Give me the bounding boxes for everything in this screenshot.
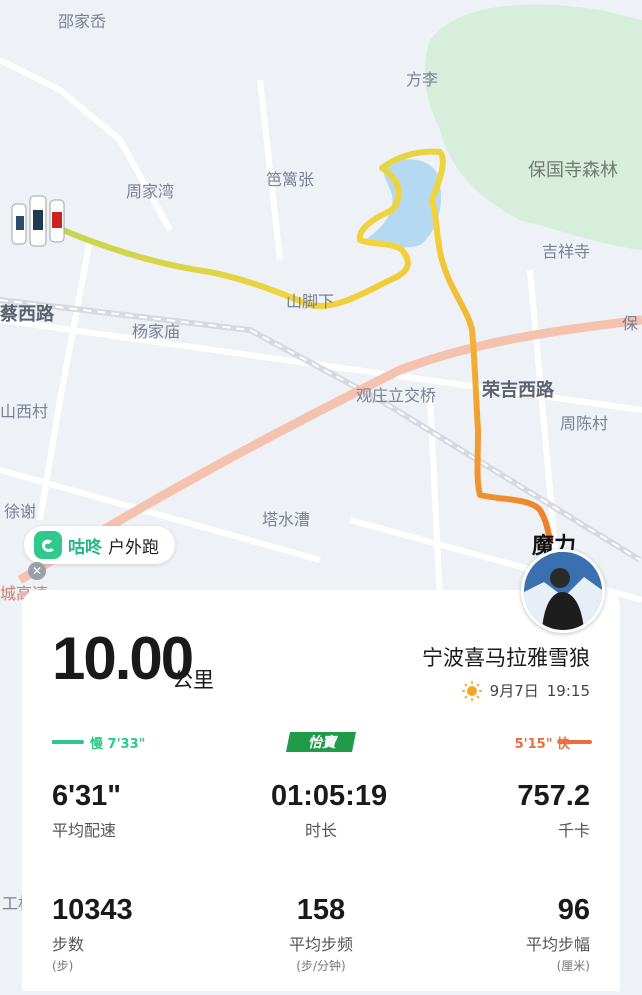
stat-unit: (厘米): [556, 959, 590, 973]
stat-unit: (步): [52, 959, 74, 973]
stat-value: 6'31": [52, 780, 122, 812]
map-label: 山西村: [0, 402, 49, 421]
avatar[interactable]: [521, 549, 605, 633]
map-label: 笆篱张: [266, 170, 315, 189]
map-label: 保国寺森林: [528, 160, 618, 181]
stat-label: 时长: [304, 821, 337, 840]
map-label: 吉祥寺: [542, 242, 591, 261]
map-label: 杨家庙: [132, 322, 181, 341]
map-label: 周家湾: [126, 182, 175, 201]
stat-label: 平均配速: [52, 821, 117, 840]
stat-cadence: 158 平均步频 (步/分钟): [261, 894, 381, 974]
close-icon[interactable]: ✕: [28, 562, 46, 580]
username: 宁波喜马拉雅雪狼: [422, 646, 590, 670]
pace-fast-label: 5'15" 快: [514, 737, 570, 752]
stat-label: 平均步频: [288, 935, 353, 954]
map-label: 邵家岙: [58, 12, 107, 31]
stat-label: 千卡: [557, 821, 590, 840]
sun-icon: [461, 680, 482, 701]
app-badge[interactable]: 咕咚 户外跑: [24, 526, 175, 564]
pace-slow-label: 慢 7'33": [90, 737, 146, 752]
map-label: 周陈村: [560, 414, 609, 433]
stat-value: 10343: [52, 894, 133, 926]
brand-logo: 怡寶: [286, 730, 358, 754]
activity-datetime: 9月7日 19:15: [461, 680, 590, 701]
app-logo-icon: [34, 531, 62, 559]
stat-value: 757.2: [517, 780, 590, 812]
app-name: 咕咚: [68, 537, 102, 558]
stat-duration: 01:05:19 时长: [271, 780, 388, 841]
stat-label: 平均步幅: [525, 935, 590, 954]
stat-value: 01:05:19: [271, 780, 388, 812]
stat-stride: 96 平均步幅 (厘米): [526, 894, 590, 974]
map-label: 方李: [406, 70, 439, 89]
stat-value: 96: [557, 894, 590, 926]
brand-text: 怡寶: [308, 735, 336, 751]
stat-label: 步数: [52, 935, 85, 954]
map-label: 保: [622, 314, 639, 333]
activity-summary-card: 10.00 公里 宁波喜马拉雅雪狼 9月7日 19:15 慢 7'33" 5'1…: [22, 590, 620, 991]
stat-unit: (步/分钟): [296, 959, 346, 973]
activity-date: 9月7日: [489, 682, 539, 700]
map-label: 观庄立交桥: [356, 386, 437, 405]
map-label: 山脚下: [286, 292, 335, 311]
distance-unit: 公里: [172, 668, 214, 692]
start-marker: [11, 195, 65, 247]
activity-time: 19:15: [546, 681, 590, 700]
map-label: 塔水漕: [262, 510, 311, 529]
stat-value: 158: [296, 894, 346, 926]
stat-steps: 10343 步数 (步): [52, 894, 133, 974]
sport-type: 户外跑: [108, 537, 159, 558]
pace-legend: 慢 7'33" 5'15" 快 怡寶: [50, 730, 592, 754]
stat-avg-pace: 6'31" 平均配速: [52, 780, 121, 841]
map-label: 徐谢: [4, 502, 37, 521]
stat-calories: 757.2 千卡: [517, 780, 590, 841]
road-label: 蔡西路: [0, 304, 54, 325]
road-label: 荣吉西路: [482, 380, 554, 401]
